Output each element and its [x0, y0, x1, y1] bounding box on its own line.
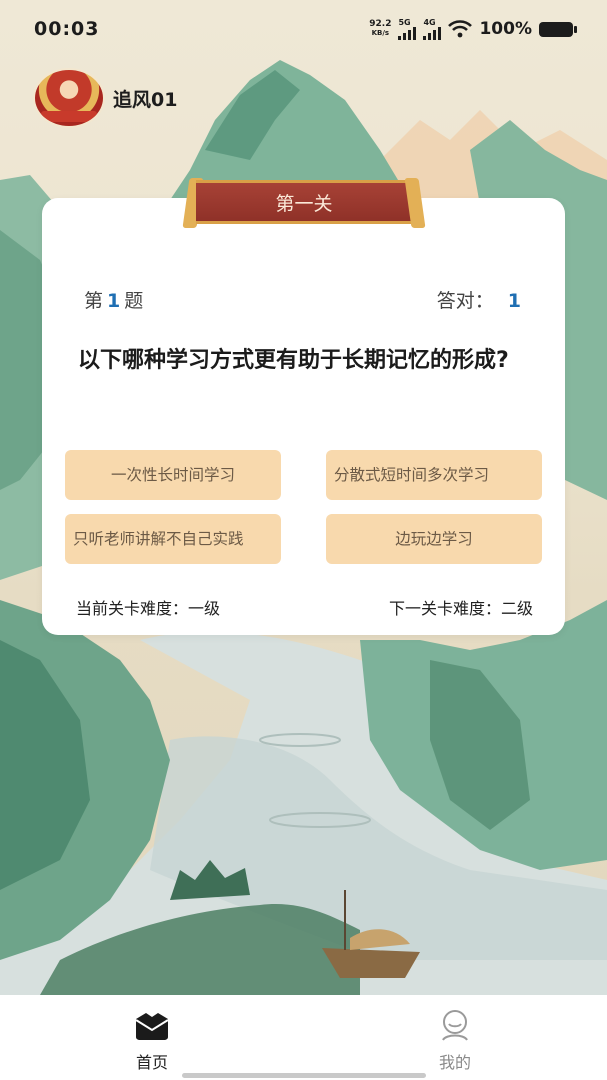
next-difficulty: 下一关卡难度：二级	[388, 599, 533, 618]
nav-item-mine[interactable]: 我的	[395, 1009, 515, 1073]
option-a-button[interactable]: 一次性长时间学习	[65, 450, 281, 500]
question-meta: 第1题 答对： 1	[84, 286, 521, 313]
user-header: 追风01	[33, 68, 177, 128]
level-banner: 第一关	[182, 178, 426, 228]
question-suffix: 题	[124, 290, 144, 312]
avatar[interactable]	[33, 68, 105, 128]
question-number: 1	[107, 290, 121, 312]
network-speed-value: 92.2	[369, 19, 392, 29]
profile-icon	[442, 1010, 468, 1041]
network-speed: 92.2 KB/s	[369, 20, 391, 38]
correct-count-label: 答对： 1	[437, 286, 521, 313]
signal-icon-secondary: 4G	[423, 18, 442, 40]
network-speed-unit: KB/s	[371, 29, 390, 37]
status-indicators: 92.2 KB/s 5G 4G 100%	[369, 18, 577, 40]
signal-tag-5g: 5G	[398, 18, 411, 27]
nav-label-mine: 我的	[438, 1053, 471, 1072]
home-icon	[135, 1013, 169, 1040]
correct-label: 答对：	[436, 290, 494, 312]
wifi-icon	[448, 20, 473, 38]
current-difficulty: 当前关卡难度：一级	[76, 599, 221, 618]
option-c-button[interactable]: 只听老师讲解不自己实践	[65, 514, 281, 564]
signal-tag-4g: 4G	[423, 18, 436, 27]
battery-icon	[539, 21, 577, 37]
nav-label-home: 首页	[135, 1053, 168, 1072]
question-number-label: 第1题	[84, 286, 143, 313]
correct-count: 1	[507, 290, 521, 312]
signal-icon: 5G	[398, 18, 417, 40]
battery-percent: 100%	[479, 19, 532, 39]
option-d-button[interactable]: 边玩边学习	[326, 514, 542, 564]
quiz-card: 第1题 答对： 1 以下哪种学习方式更有助于长期记忆的形成? 一次性长时间学习 分…	[42, 198, 565, 635]
home-indicator	[182, 1073, 426, 1078]
username: 追风01	[113, 88, 178, 111]
difficulty-row: 当前关卡难度：一级 下一关卡难度：二级	[76, 595, 533, 619]
nav-item-home[interactable]: 首页	[92, 1009, 212, 1073]
bottom-nav: 首页 我的	[0, 995, 607, 1080]
option-b-button[interactable]: 分散式短时间多次学习	[326, 450, 542, 500]
status-time: 00:03	[34, 18, 100, 40]
status-bar: 00:03 92.2 KB/s 5G 4G 100%	[0, 0, 607, 58]
level-title: 第一关	[196, 180, 412, 224]
question-text: 以下哪种学习方式更有助于长期记忆的形成?	[78, 348, 509, 373]
question-prefix: 第	[84, 290, 104, 312]
